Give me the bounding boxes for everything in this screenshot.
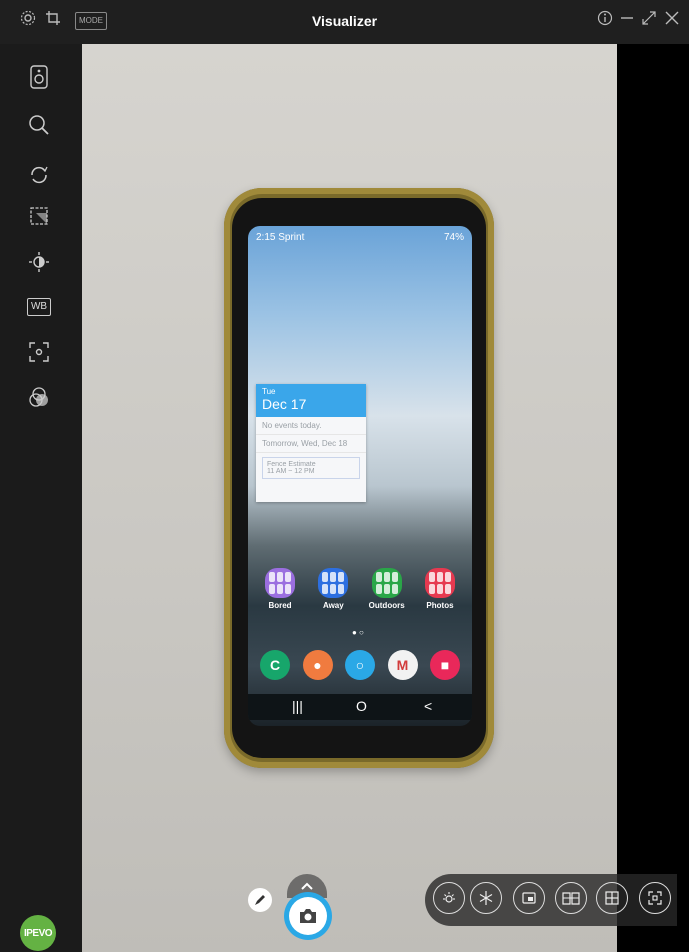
gmail-app-icon: M xyxy=(387,650,418,680)
title-bar: MODE Visualizer xyxy=(0,0,689,44)
app-label: Outdoors xyxy=(368,601,405,610)
annotate-button[interactable] xyxy=(248,888,272,912)
brightness-icon[interactable] xyxy=(24,247,54,277)
event-time: 11 AM ~ 12 PM xyxy=(267,468,315,475)
phone-app-icon: C xyxy=(260,650,290,680)
viewport-margin xyxy=(617,44,689,952)
freeze-icon[interactable] xyxy=(470,882,502,914)
widget-event: Fence Estimate 11 AM ~ 12 PM xyxy=(262,457,360,479)
rotate-icon[interactable] xyxy=(24,160,54,190)
focus-icon[interactable] xyxy=(24,337,54,367)
app-label: Photos xyxy=(426,601,454,610)
brightness-tool-icon[interactable] xyxy=(433,882,465,914)
widget-day: Tue xyxy=(262,387,276,396)
recents-nav: ||| xyxy=(292,698,303,714)
folder-icon xyxy=(424,568,455,598)
chevron-up-icon xyxy=(301,882,313,890)
phone-nav-bar: ||| O < xyxy=(248,694,472,720)
app-folder: Photos xyxy=(418,568,462,610)
expand-icon[interactable] xyxy=(641,10,657,32)
status-time: 2:15 xyxy=(256,232,276,243)
view-tools-bar xyxy=(425,874,677,926)
close-icon[interactable] xyxy=(664,10,680,32)
home-nav: O xyxy=(356,698,367,714)
white-balance-button[interactable]: WB xyxy=(24,292,54,322)
capture-region-icon[interactable] xyxy=(639,882,671,914)
back-nav: < xyxy=(424,698,433,714)
camera-device-icon[interactable] xyxy=(24,62,54,92)
status-carrier: Sprint xyxy=(278,232,305,243)
phone-dock: C ● ○ M ■ xyxy=(260,650,460,680)
info-icon[interactable] xyxy=(597,10,613,32)
page-indicator: ● ○ xyxy=(352,628,364,637)
white-balance-label: WB xyxy=(26,298,52,316)
contacts-app-icon: ● xyxy=(302,650,333,680)
app-label: Away xyxy=(322,601,344,610)
folder-icon xyxy=(265,568,295,598)
folder-icon xyxy=(318,568,349,598)
status-battery: 74% xyxy=(443,232,464,243)
folder-icon xyxy=(371,568,402,598)
window-title: Visualizer xyxy=(311,13,378,29)
app-folder: Bored xyxy=(258,568,302,610)
widget-line-1: No events today. xyxy=(256,417,366,435)
phone-screen: 2:15 Sprint 74% Tue Dec 17 No events tod… xyxy=(248,226,472,726)
minimize-icon[interactable] xyxy=(620,10,634,32)
ipevo-logo[interactable]: IPEVO xyxy=(20,915,56,951)
crop-frame-icon[interactable] xyxy=(24,201,54,231)
app-folder-row: Bored Away Outdoors Photos xyxy=(258,568,462,610)
messages-app-icon: ○ xyxy=(345,650,375,680)
color-filter-icon[interactable] xyxy=(24,383,54,413)
picture-in-picture-icon[interactable] xyxy=(513,882,545,914)
widget-line-2: Tomorrow, Wed, Dec 18 xyxy=(256,435,366,453)
camera-icon xyxy=(300,909,316,923)
event-title: Fence Estimate xyxy=(267,461,316,468)
capture-button[interactable] xyxy=(284,892,332,940)
app-folder: Away xyxy=(311,568,355,610)
app-folder: Outdoors xyxy=(365,568,409,610)
split-view-icon[interactable] xyxy=(596,882,628,914)
book-icon[interactable] xyxy=(555,882,587,914)
calendar-widget: Tue Dec 17 No events today. Tomorrow, We… xyxy=(256,384,366,502)
zoom-icon[interactable] xyxy=(24,110,54,140)
phone-status-bar: 2:15 Sprint 74% xyxy=(248,232,472,246)
sidebar: WB xyxy=(0,44,82,952)
widget-date: Dec 17 xyxy=(262,396,307,412)
camera-app-icon: ■ xyxy=(430,650,460,680)
pen-icon xyxy=(255,895,265,905)
app-label: Bored xyxy=(268,601,292,610)
